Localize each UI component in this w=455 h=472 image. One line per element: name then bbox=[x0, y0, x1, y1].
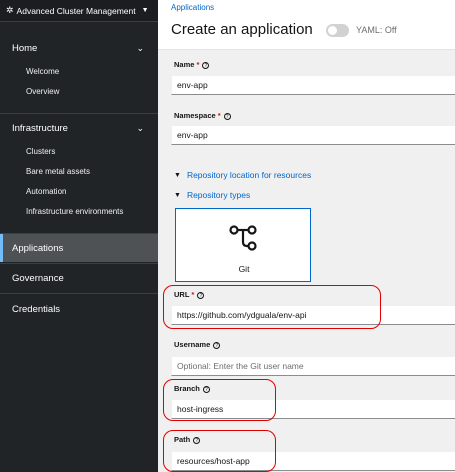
namespace-label: Namespace *? bbox=[174, 111, 231, 120]
nav-toggle-home[interactable]: Home ⌄ bbox=[0, 35, 158, 61]
caret-down-icon: ▼ bbox=[174, 171, 181, 179]
perspective-switcher[interactable]: ✲ Advanced Cluster Management ▼ bbox=[0, 0, 158, 22]
star-icon: ✲ bbox=[6, 5, 14, 15]
required-marker: * bbox=[196, 60, 200, 69]
git-card-label: Git bbox=[238, 264, 250, 274]
url-highlight-outline bbox=[163, 285, 381, 329]
nav-group-label: Infrastructure bbox=[12, 122, 68, 134]
namespace-label-text: Namespace bbox=[174, 111, 216, 120]
nav-divider bbox=[0, 113, 158, 114]
name-label: Name *? bbox=[174, 60, 210, 69]
username-label: Username? bbox=[174, 340, 221, 349]
namespace-input[interactable]: env-app bbox=[171, 125, 455, 145]
branch-highlight-outline bbox=[163, 379, 276, 421]
chevron-down-icon: ⌄ bbox=[136, 42, 144, 53]
perspective-label: Advanced Cluster Management bbox=[16, 5, 136, 16]
path-highlight-outline bbox=[163, 430, 276, 472]
nav-item-bare-metal-assets[interactable]: Bare metal assets bbox=[0, 161, 158, 181]
nav-toggle-infrastructure[interactable]: Infrastructure ⌄ bbox=[0, 115, 158, 141]
help-icon[interactable]: ? bbox=[213, 341, 221, 349]
required-marker: * bbox=[217, 111, 221, 120]
nav-item-credentials[interactable]: Credentials bbox=[0, 295, 158, 323]
chevron-down-icon: ⌄ bbox=[136, 122, 144, 133]
repo-location-label: Repository location for resources bbox=[186, 170, 312, 180]
page-title: Create an application bbox=[171, 21, 313, 38]
username-label-text: Username bbox=[174, 340, 211, 349]
name-label-text: Name bbox=[174, 60, 195, 69]
name-input[interactable]: env-app bbox=[171, 75, 455, 95]
git-repo-card[interactable]: Git bbox=[175, 208, 311, 282]
nav-group-home: Home ⌄ Welcome Overview bbox=[0, 35, 158, 101]
yaml-toggle[interactable] bbox=[326, 24, 349, 37]
breadcrumb-applications[interactable]: Applications bbox=[171, 3, 214, 12]
nav-item-welcome[interactable]: Welcome bbox=[0, 61, 158, 81]
yaml-toggle-label: YAML: Off bbox=[356, 25, 397, 35]
nav-item-infrastructure-environments[interactable]: Infrastructure environments bbox=[0, 201, 158, 221]
nav-divider bbox=[0, 293, 158, 294]
help-icon[interactable]: ? bbox=[223, 112, 231, 120]
repo-types-expander[interactable]: ▼ Repository types bbox=[174, 190, 250, 200]
toggle-knob bbox=[328, 26, 337, 35]
nav-item-applications[interactable]: Applications bbox=[0, 234, 158, 262]
help-icon[interactable]: ? bbox=[202, 61, 210, 69]
git-branch-icon bbox=[229, 225, 257, 251]
nav-item-clusters[interactable]: Clusters bbox=[0, 141, 158, 161]
nav-group-label: Home bbox=[12, 42, 38, 54]
nav-group-infrastructure: Infrastructure ⌄ Clusters Bare metal ass… bbox=[0, 115, 158, 221]
repo-types-label: Repository types bbox=[186, 190, 251, 200]
nav-item-automation[interactable]: Automation bbox=[0, 181, 158, 201]
nav-item-overview[interactable]: Overview bbox=[0, 81, 158, 101]
username-input[interactable]: Optional: Enter the Git user name bbox=[171, 356, 455, 376]
caret-down-icon: ▼ bbox=[174, 191, 181, 199]
caret-down-icon: ▼ bbox=[141, 7, 149, 14]
main-content: Applications Create an application YAML:… bbox=[158, 0, 455, 472]
nav-item-governance[interactable]: Governance bbox=[0, 264, 158, 292]
sidebar: ✲ Advanced Cluster Management ▼ Home ⌄ W… bbox=[0, 0, 158, 472]
repo-location-expander[interactable]: ▼ Repository location for resources bbox=[174, 170, 311, 180]
